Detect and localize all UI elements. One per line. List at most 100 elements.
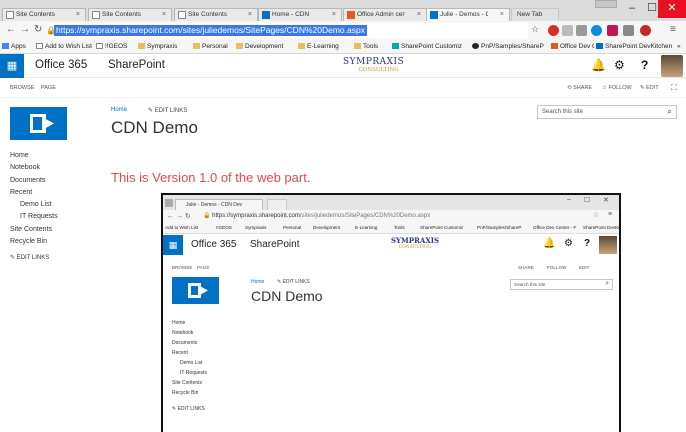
extension-icon[interactable] — [640, 25, 651, 36]
extension-icon[interactable] — [576, 25, 587, 36]
gear-icon: ⚙ — [564, 238, 573, 249]
embedded-address-bar: ← → ↻ 🔒 https://sympraxis.sharepoint.com… — [163, 210, 619, 223]
pinterest-icon[interactable] — [548, 25, 559, 36]
sharepoint-label[interactable]: SharePoint — [108, 59, 165, 71]
forward-icon[interactable]: → — [20, 24, 30, 35]
bell-icon[interactable]: 🔔 — [591, 58, 606, 72]
tab-browse[interactable]: BROWSE — [10, 85, 34, 91]
page-icon — [392, 43, 399, 49]
sympraxis-logo: SYMPRAXIS CONSULTING — [343, 57, 405, 73]
search-icon: ⌕ — [605, 280, 609, 287]
page-icon — [92, 11, 100, 19]
bookmark-item[interactable]: !!GEOS — [96, 43, 127, 50]
office-icon — [347, 11, 355, 19]
star-icon[interactable]: ☆ — [531, 24, 539, 35]
browser-tab-strip: Site Contents × Site Contents × Site Conte… — [0, 0, 686, 21]
edit-links-button[interactable]: ✎ EDIT LINKS — [148, 107, 187, 114]
browser-tab[interactable]: Site Contents × — [174, 8, 258, 21]
url-text[interactable]: https://sympraxis.sharepoint.com/sites/j… — [54, 25, 367, 36]
back-icon[interactable]: ← — [6, 24, 16, 35]
github-icon — [472, 43, 479, 49]
bookmark-folder[interactable]: E-Learning — [298, 43, 339, 50]
sharepoint-icon — [262, 11, 270, 19]
bookmark-apps[interactable]: Apps — [2, 43, 26, 50]
bookmark-folder[interactable]: Personal — [193, 43, 228, 50]
site-logo[interactable] — [10, 107, 67, 140]
browser-tab[interactable]: Office Admin center -× — [343, 8, 427, 21]
browser-tab-active[interactable]: Julie - Demos - CDN× — [426, 8, 510, 21]
breadcrumb-home[interactable]: Home — [111, 107, 127, 113]
browser-tab[interactable]: New Tab — [511, 8, 559, 21]
close-window-icon[interactable]: ✕ — [658, 0, 686, 18]
close-tab-icon[interactable]: × — [248, 9, 252, 21]
nav-item-documents[interactable]: Documents — [10, 177, 58, 189]
nav-edit-links-button[interactable]: ✎ EDIT LINKS — [10, 254, 58, 266]
left-navigation: Home Notebook Documents Recent Demo List… — [10, 152, 58, 267]
embedded-suite-bar: ▦ Office 365 SharePoint SYMPRAXIS CONSULT… — [163, 235, 619, 255]
browser-tab[interactable]: Site Contents × — [2, 8, 86, 21]
menu-icon[interactable]: ≡ — [670, 24, 676, 35]
extension-icon[interactable] — [562, 25, 573, 36]
apps-icon — [2, 43, 9, 49]
folder-icon — [298, 43, 305, 49]
nav-item-notebook[interactable]: Notebook — [10, 164, 58, 176]
folder-icon — [354, 43, 361, 49]
tab-page[interactable]: PAGE — [41, 85, 56, 91]
follow-button[interactable]: ☆ FOLLOW — [602, 85, 632, 91]
share-button[interactable]: ⟲ SHARE — [567, 85, 592, 91]
nav-item-site-contents[interactable]: Site Contents — [10, 226, 58, 238]
embedded-new-tab — [267, 199, 287, 210]
sharepoint-logo-icon — [188, 283, 208, 298]
bookmark-item[interactable]: Add to Wish List — [36, 43, 92, 50]
reload-icon[interactable]: ↻ — [34, 24, 42, 35]
search-icon[interactable]: ⌕ — [668, 107, 672, 117]
bookmark-item[interactable]: SharePoint DevKitchen — [594, 43, 673, 50]
profile-icon — [165, 199, 173, 207]
bookmark-item[interactable]: PnP/Samples/ShareP — [472, 43, 544, 50]
bookmark-folder[interactable]: Development — [236, 43, 283, 50]
close-tab-icon[interactable]: × — [76, 9, 80, 21]
close-tab-icon[interactable]: × — [332, 9, 336, 21]
search-input[interactable]: Search this site ⌕ — [537, 105, 677, 119]
maximize-icon: ☐ — [584, 197, 591, 204]
gear-icon[interactable]: ⚙ — [614, 58, 625, 72]
browser-tab[interactable]: Home - CDN × — [258, 8, 342, 21]
embedded-left-navigation: Home Notebook Documents Recent Demo List… — [172, 320, 207, 412]
nav-item-recent[interactable]: Recent — [10, 189, 58, 201]
close-tab-icon[interactable]: × — [500, 9, 504, 21]
menu-icon: ≡ — [608, 211, 613, 218]
bookmark-folder[interactable]: Sympraxis — [138, 43, 177, 50]
embedded-browser-screenshot: Julie - Demos - CDN Dev – ☐ ✕ ← → ↻ 🔒 ht… — [161, 193, 621, 432]
nav-item-home[interactable]: Home — [10, 152, 58, 164]
bookmarks-bar: Apps Add to Wish List !!GEOS Sympraxis P… — [0, 40, 686, 54]
extension-icon[interactable] — [607, 25, 618, 36]
close-tab-icon[interactable]: × — [417, 9, 421, 21]
site-logo — [172, 277, 219, 304]
edit-button[interactable]: ✎ EDIT — [640, 85, 659, 91]
skype-icon[interactable] — [591, 25, 602, 36]
profile-button[interactable] — [595, 0, 617, 8]
sharepoint-logo-icon — [30, 114, 54, 133]
webpart-text: This is Version 1.0 of the web part. — [111, 170, 311, 185]
nav-item-recycle-bin[interactable]: Recycle Bin — [10, 238, 58, 250]
bookmark-item[interactable]: SharePoint Customiz — [392, 43, 462, 50]
app-launcher-icon[interactable]: ▦ — [0, 54, 24, 78]
extension-icon[interactable] — [623, 25, 634, 36]
help-icon[interactable]: ? — [641, 58, 648, 72]
page-icon — [6, 11, 14, 19]
avatar[interactable] — [661, 55, 683, 77]
bookmark-folder[interactable]: Tools — [354, 43, 378, 50]
embedded-search: Search this site ⌕ — [510, 279, 613, 290]
page-icon — [178, 11, 186, 19]
browser-tab[interactable]: Site Contents × — [88, 8, 172, 21]
more-bookmarks-icon[interactable]: » — [677, 43, 681, 50]
nav-item-it-requests[interactable]: IT Requests — [10, 213, 58, 225]
focus-icon[interactable]: ⛶ — [671, 83, 677, 93]
close-tab-icon[interactable]: × — [162, 9, 166, 21]
page-icon — [36, 43, 43, 49]
address-bar[interactable]: 🔒 https://sympraxis.sharepoint.com/sites… — [46, 23, 528, 38]
nav-item-demo-list[interactable]: Demo List — [10, 201, 58, 213]
minimize-icon: – — [567, 196, 571, 203]
office365-label[interactable]: Office 365 — [35, 59, 87, 71]
help-icon: ? — [584, 238, 591, 249]
